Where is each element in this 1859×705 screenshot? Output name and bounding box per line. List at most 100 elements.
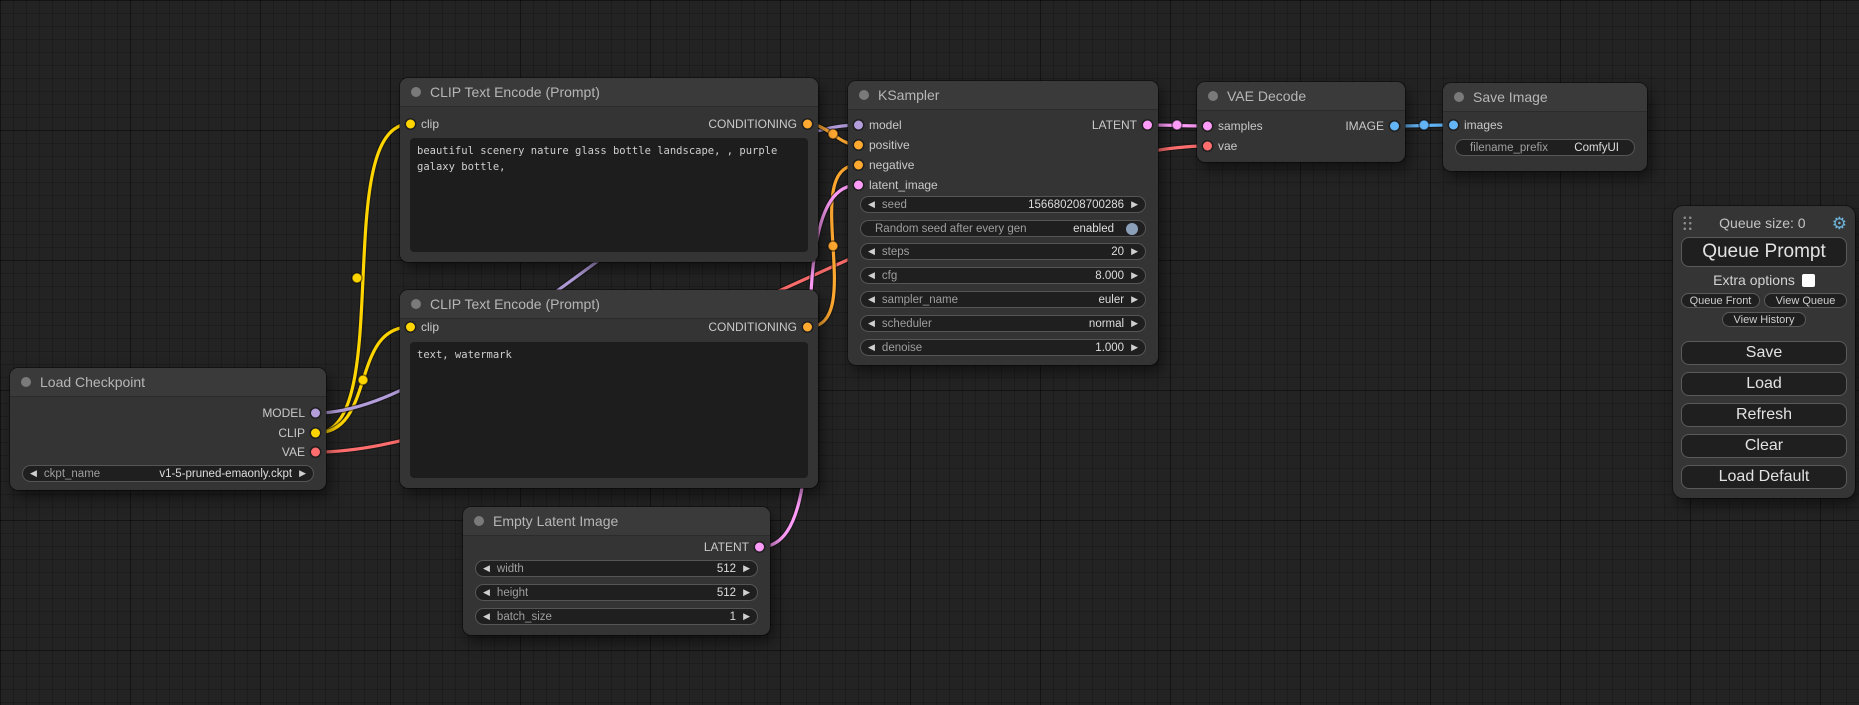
output-slot-latent[interactable]: LATENT: [704, 538, 770, 556]
increment-icon[interactable]: ▶: [1131, 271, 1138, 280]
increment-icon[interactable]: ▶: [743, 564, 750, 573]
node-ksampler[interactable]: KSampler model LATENT positive negative …: [848, 81, 1158, 365]
slot-dot-latent[interactable]: [755, 543, 764, 552]
slot-dot-model[interactable]: [854, 121, 863, 130]
decrement-icon[interactable]: ◀: [868, 271, 875, 280]
node-titlebar[interactable]: VAE Decode: [1197, 82, 1405, 111]
node-save-image[interactable]: Save Image images filename_prefix ComfyU…: [1443, 83, 1647, 171]
collapse-dot-icon[interactable]: [474, 516, 484, 526]
output-slot-image[interactable]: IMAGE: [1345, 117, 1405, 135]
slot-dot-vae[interactable]: [311, 448, 320, 457]
load-button[interactable]: Load: [1681, 372, 1847, 396]
increment-icon[interactable]: ▶: [1131, 295, 1138, 304]
increment-icon[interactable]: ▶: [743, 588, 750, 597]
node-titlebar[interactable]: CLIP Text Encode (Prompt): [400, 290, 818, 319]
decrement-icon[interactable]: ◀: [868, 319, 875, 328]
widget-random-seed-toggle[interactable]: Random seed after every gen enabled: [860, 220, 1146, 237]
slot-dot-image[interactable]: [1390, 122, 1399, 131]
input-slot-images[interactable]: images: [1443, 116, 1503, 134]
view-history-button[interactable]: View History: [1722, 312, 1806, 327]
output-slot-latent[interactable]: LATENT: [1092, 116, 1158, 134]
extra-options-checkbox[interactable]: [1802, 274, 1815, 287]
output-slot-conditioning[interactable]: CONDITIONING: [708, 318, 818, 336]
slot-dot-model[interactable]: [311, 409, 320, 418]
collapse-dot-icon[interactable]: [21, 377, 31, 387]
gear-icon[interactable]: ⚙: [1832, 215, 1847, 232]
collapse-dot-icon[interactable]: [411, 87, 421, 97]
slot-dot-conditioning[interactable]: [803, 323, 812, 332]
decrement-icon[interactable]: ◀: [868, 247, 875, 256]
collapse-dot-icon[interactable]: [1208, 91, 1218, 101]
decrement-icon[interactable]: ◀: [483, 612, 490, 621]
widget-filename-prefix[interactable]: filename_prefix ComfyUI: [1455, 139, 1635, 156]
save-button[interactable]: Save: [1681, 341, 1847, 365]
slot-dot-clip[interactable]: [406, 323, 415, 332]
input-slot-samples[interactable]: samples: [1197, 117, 1263, 135]
slot-dot-latent[interactable]: [1143, 121, 1152, 130]
input-slot-vae[interactable]: vae: [1197, 137, 1237, 155]
output-slot-model[interactable]: MODEL: [262, 404, 326, 422]
slot-dot-clip[interactable]: [311, 429, 320, 438]
slot-dot-conditioning[interactable]: [854, 141, 863, 150]
node-graph-canvas[interactable]: Load Checkpoint MODEL CLIP VAE ◀ ckpt_na…: [0, 0, 1859, 705]
node-clip-text-encode-negative[interactable]: CLIP Text Encode (Prompt) clip CONDITION…: [400, 290, 818, 488]
increment-icon[interactable]: ▶: [299, 469, 306, 478]
input-slot-negative[interactable]: negative: [848, 156, 914, 174]
output-slot-clip[interactable]: CLIP: [278, 424, 326, 442]
input-slot-clip[interactable]: clip: [400, 115, 439, 133]
decrement-icon[interactable]: ◀: [483, 588, 490, 597]
node-titlebar[interactable]: Load Checkpoint: [10, 368, 326, 397]
node-titlebar[interactable]: CLIP Text Encode (Prompt): [400, 78, 818, 107]
input-slot-clip[interactable]: clip: [400, 318, 439, 336]
increment-icon[interactable]: ▶: [1131, 247, 1138, 256]
widget-batch-size[interactable]: ◀ batch_size 1 ▶: [475, 608, 758, 625]
refresh-button[interactable]: Refresh: [1681, 403, 1847, 427]
increment-icon[interactable]: ▶: [743, 612, 750, 621]
view-queue-button[interactable]: View Queue: [1764, 293, 1847, 308]
decrement-icon[interactable]: ◀: [868, 200, 875, 209]
node-clip-text-encode-positive[interactable]: CLIP Text Encode (Prompt) clip CONDITION…: [400, 78, 818, 262]
decrement-icon[interactable]: ◀: [868, 295, 875, 304]
widget-width[interactable]: ◀ width 512 ▶: [475, 560, 758, 577]
increment-icon[interactable]: ▶: [1131, 319, 1138, 328]
widget-steps[interactable]: ◀ steps 20 ▶: [860, 243, 1146, 260]
slot-dot-vae[interactable]: [1203, 142, 1212, 151]
widget-seed[interactable]: ◀ seed 156680208700286 ▶: [860, 196, 1146, 213]
widget-cfg[interactable]: ◀ cfg 8.000 ▶: [860, 267, 1146, 284]
slot-dot-latent[interactable]: [1203, 122, 1212, 131]
slot-dot-clip[interactable]: [406, 120, 415, 129]
collapse-dot-icon[interactable]: [859, 90, 869, 100]
decrement-icon[interactable]: ◀: [30, 469, 37, 478]
queue-prompt-button[interactable]: Queue Prompt: [1681, 237, 1847, 267]
slot-dot-conditioning[interactable]: [803, 120, 812, 129]
output-slot-conditioning[interactable]: CONDITIONING: [708, 115, 818, 133]
output-slot-vae[interactable]: VAE: [282, 443, 326, 461]
input-slot-model[interactable]: model: [848, 116, 902, 134]
load-default-button[interactable]: Load Default: [1681, 465, 1847, 489]
node-empty-latent-image[interactable]: Empty Latent Image LATENT ◀ width 512 ▶ …: [463, 507, 770, 635]
node-vae-decode[interactable]: VAE Decode samples IMAGE vae: [1197, 82, 1405, 162]
widget-scheduler[interactable]: ◀ scheduler normal ▶: [860, 315, 1146, 332]
increment-icon[interactable]: ▶: [1131, 200, 1138, 209]
widget-denoise[interactable]: ◀ denoise 1.000 ▶: [860, 339, 1146, 356]
slot-dot-conditioning[interactable]: [854, 161, 863, 170]
decrement-icon[interactable]: ◀: [483, 564, 490, 573]
drag-handle-icon[interactable]: [1682, 215, 1693, 232]
node-titlebar[interactable]: Save Image: [1443, 83, 1647, 112]
prompt-textarea[interactable]: text, watermark: [410, 342, 808, 478]
slot-dot-image[interactable]: [1449, 121, 1458, 130]
node-titlebar[interactable]: KSampler: [848, 81, 1158, 110]
widget-sampler-name[interactable]: ◀ sampler_name euler ▶: [860, 291, 1146, 308]
slot-dot-latent[interactable]: [854, 181, 863, 190]
widget-ckpt-name[interactable]: ◀ ckpt_name v1-5-pruned-emaonly.ckpt ▶: [22, 465, 314, 482]
increment-icon[interactable]: ▶: [1131, 343, 1138, 352]
clear-button[interactable]: Clear: [1681, 434, 1847, 458]
toggle-dot-icon[interactable]: [1126, 223, 1138, 235]
node-titlebar[interactable]: Empty Latent Image: [463, 507, 770, 536]
prompt-textarea[interactable]: beautiful scenery nature glass bottle la…: [410, 138, 808, 252]
input-slot-positive[interactable]: positive: [848, 136, 910, 154]
decrement-icon[interactable]: ◀: [868, 343, 875, 352]
node-load-checkpoint[interactable]: Load Checkpoint MODEL CLIP VAE ◀ ckpt_na…: [10, 368, 326, 490]
widget-height[interactable]: ◀ height 512 ▶: [475, 584, 758, 601]
collapse-dot-icon[interactable]: [411, 299, 421, 309]
